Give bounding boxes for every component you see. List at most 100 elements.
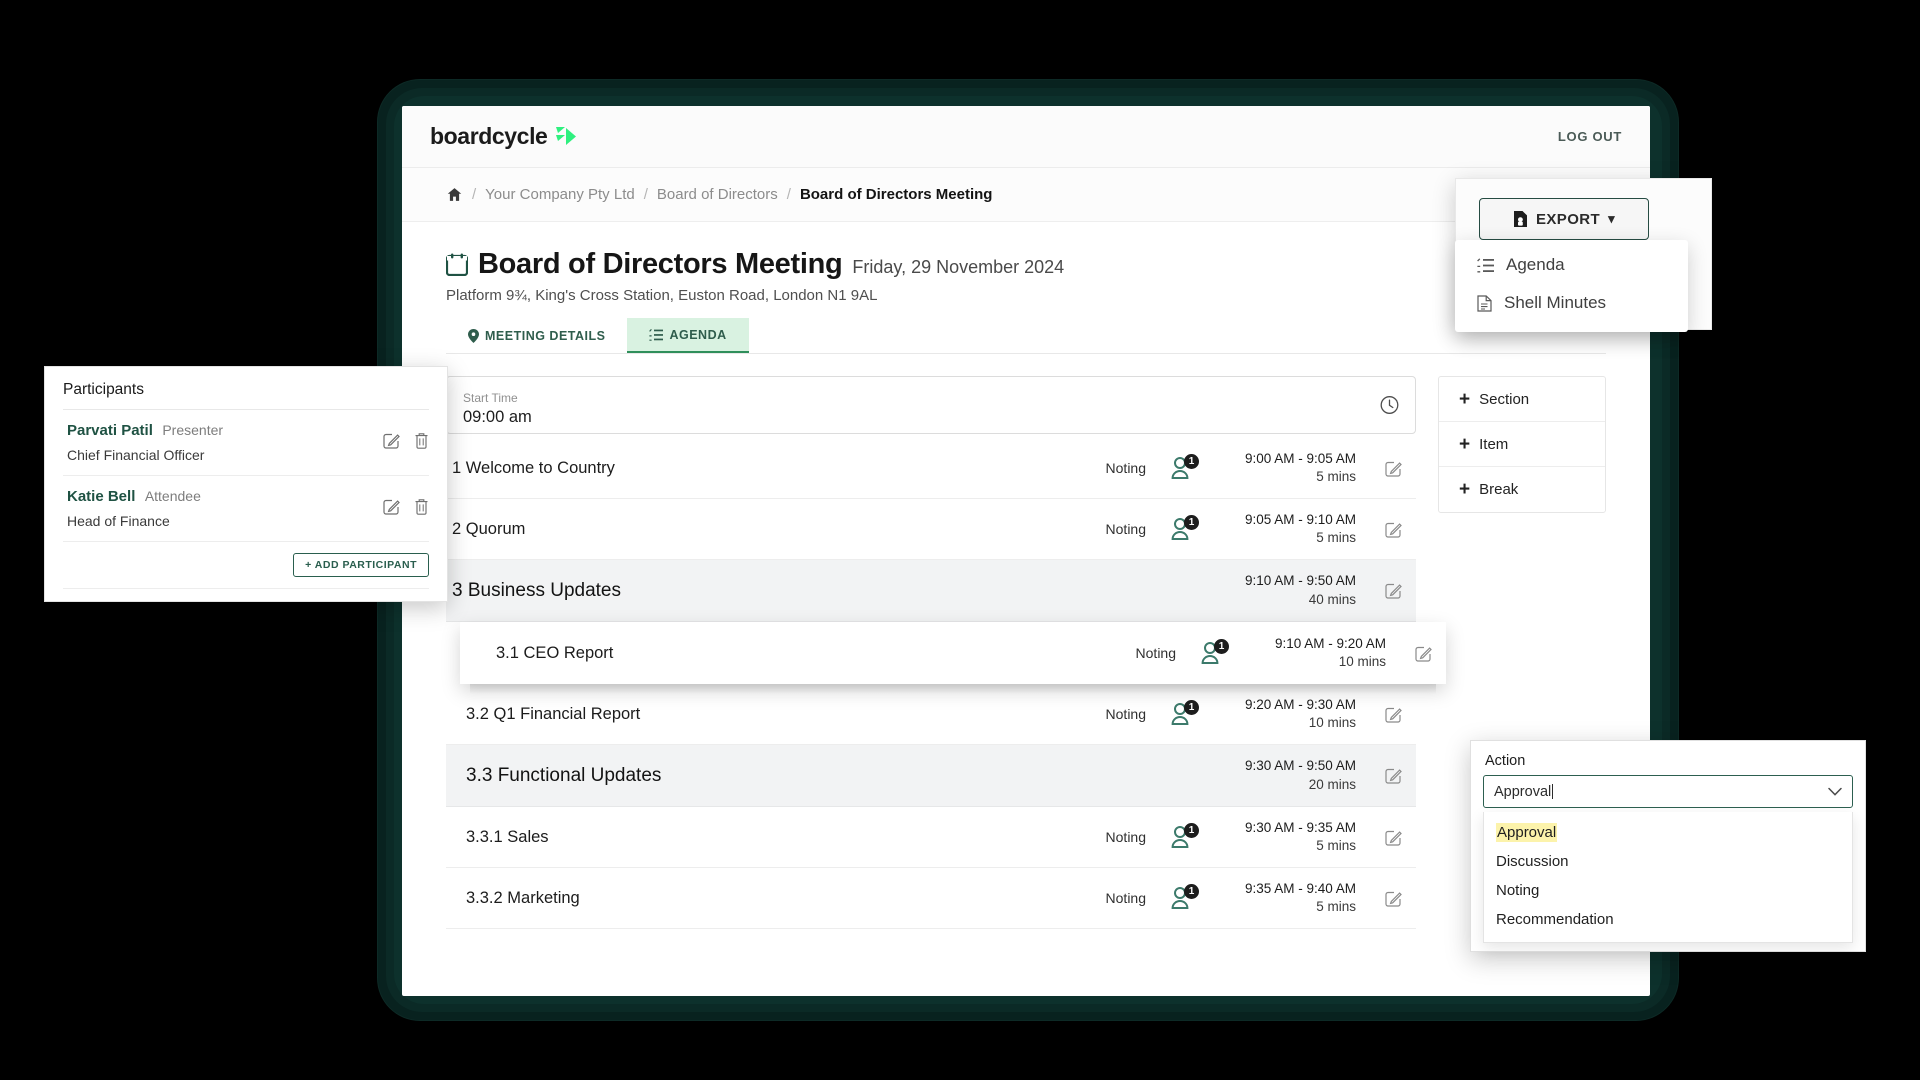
agenda-row-times: 9:10 AM - 9:50 AM 40 mins [1220,572,1356,608]
agenda-row-edit-button[interactable] [1356,460,1402,477]
agenda-row-edit-button[interactable] [1356,706,1402,723]
logout-button[interactable]: LOG OUT [1558,129,1622,144]
agenda-row-people[interactable]: 1 [1146,700,1220,726]
agenda-row-type: Noting [1105,706,1146,722]
agenda-row-edit-button[interactable] [1356,582,1402,599]
agenda-row-times: 9:30 AM - 9:50 AM 20 mins [1220,757,1356,793]
edit-icon [1385,768,1402,784]
edit-icon [1385,707,1402,723]
participant-name: Katie Bell [67,488,136,505]
tab-agenda[interactable]: AGENDA [627,318,749,353]
agenda-row-title: 3.3 Functional Updates [466,764,662,786]
agenda-row-time: 9:30 AM - 9:50 AM [1244,758,1356,774]
agenda-row-people[interactable]: 1 [1146,884,1220,910]
agenda-row-people[interactable]: 1 [1146,515,1220,541]
trash-icon[interactable] [414,432,429,449]
agenda-row-type: Noting [1105,521,1146,537]
person-icon: 1 [1170,515,1199,541]
participant-info: Katie Bell Attendee Head of Finance [67,488,383,529]
agenda-row-duration: 40 mins [1308,591,1356,607]
breadcrumb-item-company[interactable]: Your Company Pty Ltd [485,186,635,203]
agenda-row-2[interactable]: 2 Quorum Noting 1 9:05 AM - 9:10 AM 5 mi… [446,499,1416,560]
participant-row[interactable]: Katie Bell Attendee Head of Finance [63,476,429,542]
breadcrumb-item-board[interactable]: Board of Directors [657,186,778,203]
action-option-noting[interactable]: Noting [1484,876,1852,905]
meeting-tabs: MEETING DETAILS AGENDA [446,318,1606,354]
agenda-row-3-1[interactable]: 3.1 CEO Report Noting 1 9:10 AM - 9:20 A… [460,622,1446,684]
tab-meeting-details[interactable]: MEETING DETAILS [446,318,627,353]
home-icon[interactable] [446,186,463,203]
person-count-badge: 1 [1184,700,1199,715]
agenda-row-people[interactable]: 1 [1146,454,1220,480]
agenda-row-times: 9:35 AM - 9:40 AM 5 mins [1220,880,1356,916]
agenda-section-3[interactable]: 3 Business Updates 9:10 AM - 9:50 AM 40 … [446,560,1416,622]
person-count-badge: 1 [1184,454,1199,469]
edit-icon[interactable] [383,432,400,449]
agenda-row-title: 2 Quorum [452,519,526,538]
tab-label: AGENDA [669,328,727,342]
export-menu-item-agenda[interactable]: Agenda [1455,246,1688,284]
participants-footer: + ADD PARTICIPANT [63,542,429,589]
agenda-row-title: 3.3.1 Sales [466,827,549,846]
agenda-row-edit-button[interactable] [1356,890,1402,907]
breadcrumb-separator: / [786,186,791,203]
screenshot-root: boardcycle LOG OUT / Your Company Pty Lt… [0,0,1920,1080]
clock-icon[interactable] [1380,396,1399,415]
agenda-row-type: Noting [1105,890,1146,906]
participant-actions [383,422,429,449]
agenda-row-3-3-2[interactable]: 3.3.2 Marketing Noting 1 9:35 AM - 9:40 … [446,868,1416,929]
person-count-badge: 1 [1214,639,1229,654]
agenda-row-time: 9:05 AM - 9:10 AM [1244,511,1356,527]
agenda-row-people[interactable]: 1 [1176,639,1250,665]
list-ordered-icon [649,329,664,341]
drag-shadow [470,684,1436,694]
add-break-button[interactable]: + Break [1439,467,1605,512]
chevron-down-icon[interactable] [1828,787,1842,796]
agenda-row-type: Noting [1105,460,1146,476]
agenda-list-container: Start Time 09:00 am 1 Welcome to Country… [446,376,1446,929]
edit-icon [1385,522,1402,538]
agenda-row-duration: 5 mins [1316,899,1356,914]
trash-icon[interactable] [414,498,429,515]
participant-row[interactable]: Parvati Patil Presenter Chief Financial … [63,410,429,476]
action-combobox[interactable]: Approval [1483,775,1853,808]
edit-icon[interactable] [383,498,400,515]
page-title: Board of Directors Meeting [478,248,843,280]
agenda-row-edit-button[interactable] [1356,767,1402,784]
action-option-label: Approval [1496,823,1558,842]
text-cursor [1552,784,1554,799]
agenda-row-people[interactable]: 1 [1146,823,1220,849]
action-option-recommendation[interactable]: Recommendation [1484,905,1852,934]
breadcrumb-separator: / [472,186,477,203]
agenda-area: Start Time 09:00 am 1 Welcome to Country… [446,376,1606,929]
agenda-section-3-3[interactable]: 3.3 Functional Updates 9:30 AM - 9:50 AM… [446,745,1416,807]
agenda-row-edit-button[interactable] [1356,521,1402,538]
agenda-row-times: 9:10 AM - 9:20 AM 10 mins [1250,635,1386,671]
breadcrumb-separator: / [643,186,648,203]
agenda-row-1[interactable]: 1 Welcome to Country Noting 1 9:00 AM - … [446,438,1416,499]
app-logo[interactable]: boardcycle [430,123,578,150]
export-menu-item-shell-minutes[interactable]: Shell Minutes [1455,284,1688,322]
tab-label: MEETING DETAILS [485,329,606,343]
action-option-approval[interactable]: Approval [1484,818,1852,847]
meeting-title-row: Board of Directors Meeting Friday, 29 No… [446,248,1606,281]
plus-icon: + [1459,388,1471,410]
add-section-button[interactable]: + Section [1439,377,1605,422]
action-option-discussion[interactable]: Discussion [1484,847,1852,876]
add-participant-button[interactable]: + ADD PARTICIPANT [293,553,429,577]
export-button[interactable]: EXPORT ▾ [1479,198,1649,240]
list-ordered-icon [1477,257,1494,272]
agenda-row-title: 3.2 Q1 Financial Report [466,704,641,723]
add-item-button[interactable]: + Item [1439,422,1605,467]
start-time-field[interactable]: Start Time 09:00 am [446,376,1416,434]
agenda-row-edit-button[interactable] [1356,829,1402,846]
file-export-icon [1513,211,1527,227]
agenda-row-3-3-1[interactable]: 3.3.1 Sales Noting 1 9:30 AM - 9:35 AM 5… [446,807,1416,868]
agenda-row-type: Noting [1105,829,1146,845]
agenda-row-duration: 10 mins [1338,654,1386,669]
agenda-row-duration: 5 mins [1316,530,1356,545]
boardcycle-play-mark-icon [556,126,577,145]
agenda-row-duration: 5 mins [1316,469,1356,484]
agenda-row-edit-button[interactable] [1386,645,1432,662]
action-combobox-value: Approval [1494,783,1552,800]
